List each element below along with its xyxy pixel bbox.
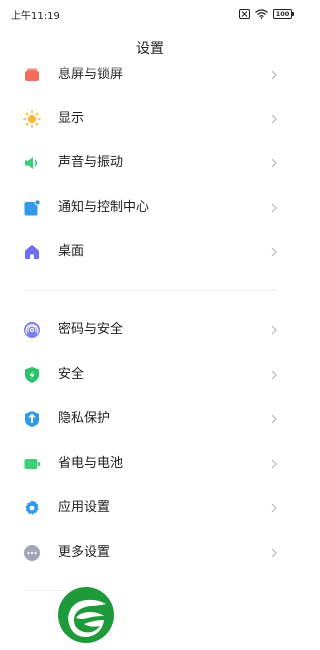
settings-item-security[interactable]: 安全 xyxy=(0,355,300,395)
speaker-icon xyxy=(25,157,38,169)
notification-icon xyxy=(24,199,41,216)
settings-item-label: 更多设置 xyxy=(58,545,111,560)
settings-item-password-security[interactable]: 密码与安全 xyxy=(0,310,300,350)
settings-item-more[interactable]: 更多设置 xyxy=(0,533,300,573)
settings-item-label: 显示 xyxy=(58,111,85,126)
battery-icon: 100 xyxy=(273,9,294,19)
more-icon xyxy=(24,545,40,561)
settings-item-display[interactable]: 显示 xyxy=(0,99,300,139)
leaf-logo-icon xyxy=(58,587,114,643)
settings-item-label: 通知与控制中心 xyxy=(58,200,150,215)
wifi-icon xyxy=(255,9,268,19)
chevron-right-icon xyxy=(271,325,277,335)
chevron-right-icon xyxy=(271,503,277,513)
settings-item-label: 安全 xyxy=(58,367,85,382)
status-icons: 100 xyxy=(239,9,294,19)
chevron-right-icon xyxy=(271,548,277,558)
chevron-right-icon xyxy=(271,370,277,380)
chevron-right-icon xyxy=(271,414,277,424)
fingerprint-icon xyxy=(24,322,40,338)
section-divider xyxy=(23,290,277,291)
settings-item-label: 隐私保护 xyxy=(58,411,111,426)
chevron-right-icon xyxy=(271,459,277,469)
status-time: 上午11:19 xyxy=(11,10,60,22)
chevron-right-icon xyxy=(271,158,277,168)
battery-level: 100 xyxy=(275,10,290,18)
settings-screen: 上午11:19 100 设置 息屏与锁屏 显示 声音与振动 通知与控制中心 桌面… xyxy=(0,0,300,650)
chevron-right-icon xyxy=(271,203,277,213)
gear-icon xyxy=(25,500,39,515)
settings-item-label: 省电与电池 xyxy=(58,456,124,471)
settings-item-sound[interactable]: 声音与振动 xyxy=(0,143,300,183)
settings-item-label: 桌面 xyxy=(58,244,85,259)
chevron-right-icon xyxy=(271,114,277,124)
scroll-fade xyxy=(0,60,300,72)
sun-icon xyxy=(23,110,41,128)
battery-saver-icon xyxy=(24,459,40,469)
settings-item-label: 应用设置 xyxy=(58,500,111,515)
home-icon xyxy=(25,245,39,259)
settings-item-notifications[interactable]: 通知与控制中心 xyxy=(0,188,300,228)
privacy-icon xyxy=(25,411,39,427)
chevron-right-icon xyxy=(271,247,277,257)
settings-item-apps[interactable]: 应用设置 xyxy=(0,488,300,528)
settings-item-label: 密码与安全 xyxy=(58,322,124,337)
shield-icon xyxy=(25,367,39,383)
settings-item-privacy[interactable]: 隐私保护 xyxy=(0,399,300,439)
settings-item-home-screen[interactable]: 桌面 xyxy=(0,232,300,272)
settings-item-battery[interactable]: 省电与电池 xyxy=(0,444,300,484)
settings-item-label: 声音与振动 xyxy=(58,155,124,170)
status-bar: 上午11:19 100 xyxy=(0,0,300,28)
sim-off-icon xyxy=(239,9,250,19)
